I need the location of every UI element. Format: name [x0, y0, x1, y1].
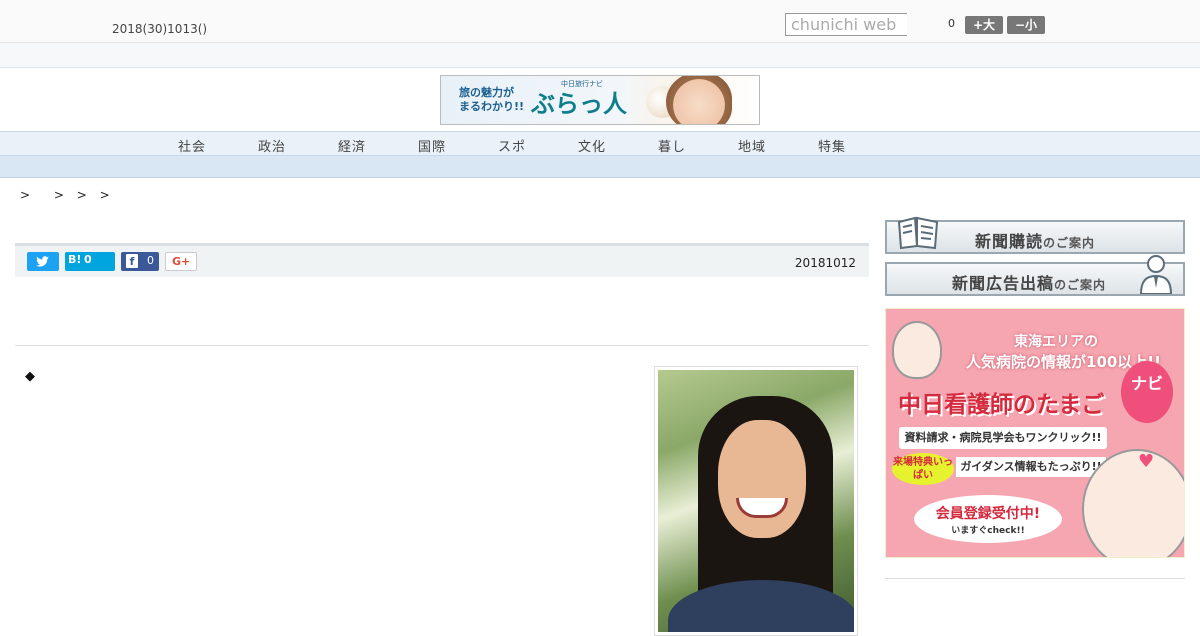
travel-banner[interactable]: 旅の魅力が まるわかり!! 中日旅行ナビ ぶらっ人: [440, 75, 760, 125]
nav-item-6[interactable]: 文化: [578, 136, 606, 155]
header-date: 2018(30)1013(): [112, 22, 208, 36]
twitter-icon: [36, 256, 49, 267]
subscribe-button[interactable]: 新聞購読のご案内: [885, 216, 1185, 254]
ad-navi-badge: ナビ: [1121, 361, 1173, 423]
font-smaller-button[interactable]: −小: [1007, 16, 1045, 34]
divider: [15, 345, 869, 346]
ad-line-5: ガイダンス情報もたっぷり!!: [956, 457, 1106, 477]
font-size-value: 0: [948, 17, 955, 30]
nav-item-1[interactable]: 社会: [178, 136, 206, 155]
nav-item-4[interactable]: 国際: [418, 136, 446, 155]
facebook-icon: f: [126, 254, 138, 268]
share-bar: B! 0 f 0 G+ 20181012: [15, 243, 869, 277]
nav-item-5[interactable]: スポ: [498, 136, 526, 155]
main-nav: 社会 政治 経済 国際 スポ 文化 暮し 地域 特集: [0, 131, 1200, 156]
google-plus-share-button[interactable]: G+: [165, 252, 197, 271]
portrait-image: [658, 370, 854, 632]
font-bigger-button[interactable]: +大: [965, 16, 1003, 34]
sub-bar: [0, 43, 1200, 68]
google-plus-icon: G+: [172, 255, 191, 268]
banner-tagline: 旅の魅力が まるわかり!!: [459, 86, 525, 113]
facebook-count: 0: [147, 254, 154, 267]
advertise-label: 新聞広告出稿のご案内: [952, 274, 1107, 293]
facebook-share-button[interactable]: f 0: [121, 252, 159, 271]
sub-nav: [0, 156, 1200, 178]
top-bar: 2018(30)1013() chunichi web 0 +大 −小: [0, 0, 1200, 43]
nurse-mascot-image-2: [1082, 449, 1184, 557]
breadcrumb-separator[interactable]: >: [100, 188, 110, 202]
hatena-bookmark-button[interactable]: B! 0: [65, 252, 115, 271]
ad-line-1: 東海エリアの: [1014, 334, 1098, 350]
advertise-button[interactable]: 新聞広告出稿のご案内: [885, 255, 1185, 296]
ad-cta-sub: いますぐcheck!!: [951, 526, 1025, 536]
newspaper-icon: [897, 216, 939, 250]
search-input[interactable]: chunichi web: [785, 13, 907, 36]
ad-line-4: 資料請求・病院見学会もワンクリック!!: [899, 427, 1107, 449]
sidebar-divider: [885, 578, 1185, 579]
ad-cta: 会員登録受付中!: [935, 506, 1041, 522]
banner-brand: ぶらっ人: [531, 89, 627, 118]
twitter-share-button[interactable]: [27, 252, 59, 271]
breadcrumb-separator[interactable]: >: [54, 188, 64, 202]
article-photo[interactable]: [654, 366, 858, 636]
model-image: [666, 76, 732, 124]
nav-item-7[interactable]: 暮し: [658, 136, 686, 155]
nurse-navi-ad[interactable]: 東海エリアの 人気病院の情報が100以上!! 中日看護師のたまご ナビ 資料請求…: [885, 308, 1185, 558]
ad-tag: 来場特典いっぱい: [892, 453, 954, 485]
breadcrumb-separator[interactable]: >: [77, 188, 87, 202]
breadcrumb-separator[interactable]: >: [20, 188, 30, 202]
nurse-mascot-image: [892, 321, 942, 379]
businessman-icon: [1139, 255, 1173, 294]
subscribe-label: 新聞購読のご案内: [975, 232, 1096, 251]
article-bullet: ◆: [25, 369, 35, 384]
nav-item-9[interactable]: 特集: [818, 136, 846, 155]
nav-item-8[interactable]: 地域: [738, 136, 766, 155]
hatena-label: B!: [68, 253, 82, 266]
breadcrumb: > > > >: [20, 188, 119, 202]
ad-title: 中日看護師のたまご: [898, 392, 1105, 418]
heart-icon: ♥: [1138, 451, 1155, 472]
hatena-count: 0: [84, 253, 92, 266]
nav-item-2[interactable]: 政治: [258, 136, 286, 155]
publish-date: 20181012: [794, 256, 856, 270]
nav-item-3[interactable]: 経済: [338, 136, 366, 155]
ad-cta-bubble: 会員登録受付中! いますぐcheck!!: [914, 495, 1062, 543]
